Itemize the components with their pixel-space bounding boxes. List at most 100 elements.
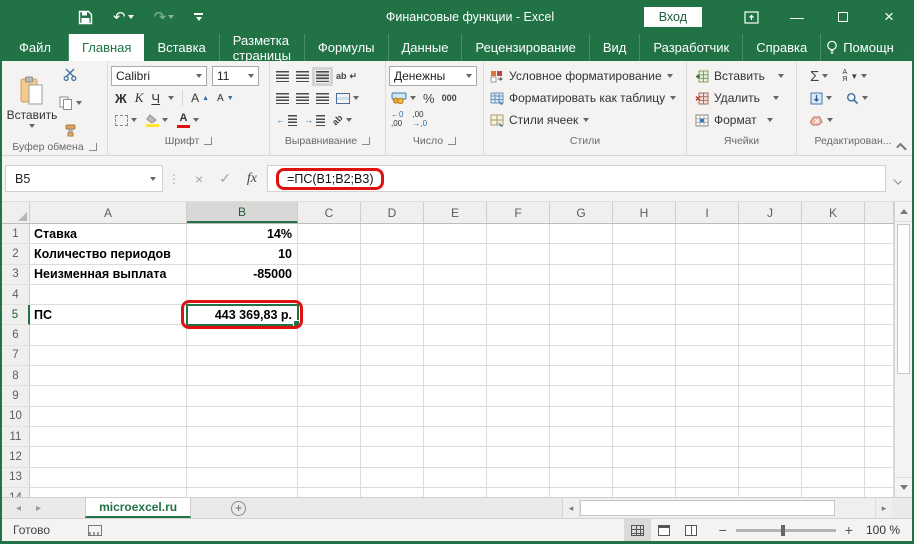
vertical-scrollbar[interactable] <box>894 202 912 497</box>
cell-G9[interactable] <box>550 386 613 407</box>
format-painter-icon[interactable] <box>59 124 82 137</box>
cell-A6[interactable] <box>30 325 187 346</box>
tab-формулы[interactable]: Формулы <box>305 34 389 61</box>
percent-style-button[interactable]: % <box>423 91 435 106</box>
row-header-1[interactable]: 1 <box>2 224 30 245</box>
cell-H11[interactable] <box>613 426 676 448</box>
insert-function-icon[interactable]: fx <box>247 171 257 187</box>
cell-C6[interactable] <box>298 325 361 346</box>
cell-G6[interactable] <box>550 325 613 346</box>
cell-K3[interactable] <box>802 264 865 285</box>
cell-A8[interactable] <box>30 366 187 387</box>
assistant-item[interactable]: Помощн <box>821 40 899 55</box>
column-header-E[interactable]: E <box>424 202 487 223</box>
ribbon-display-options-button[interactable] <box>728 0 774 34</box>
row-header-13[interactable]: 13 <box>2 467 30 488</box>
cell-B14[interactable] <box>187 487 298 497</box>
cell-C7[interactable] <box>298 345 361 367</box>
cell-F13[interactable] <box>487 467 550 488</box>
cell-F8[interactable] <box>487 366 550 387</box>
cell-C8[interactable] <box>298 366 361 387</box>
cell-J14[interactable] <box>739 487 802 497</box>
cell-K6[interactable] <box>802 325 865 346</box>
cell-H7[interactable] <box>613 345 676 367</box>
cell-J8[interactable] <box>739 366 802 387</box>
cell-G11[interactable] <box>550 426 613 448</box>
cell-G7[interactable] <box>550 345 613 367</box>
number-format-select[interactable]: Денежны <box>389 66 477 86</box>
cell-H13[interactable] <box>613 467 676 488</box>
cell-B2[interactable]: 10 <box>187 244 298 265</box>
row-header-8[interactable]: 8 <box>2 366 30 387</box>
formula-input[interactable]: =ПС(B1;B2;B3) <box>267 165 886 192</box>
horizontal-scroll-thumb[interactable] <box>580 500 835 516</box>
cell-F4[interactable] <box>487 284 550 306</box>
row-header-14[interactable]: 14 <box>2 487 30 497</box>
column-header-G[interactable]: G <box>550 202 613 223</box>
cell-I14[interactable] <box>676 487 739 497</box>
cell-F5[interactable] <box>487 305 550 326</box>
cell-A13[interactable] <box>30 467 187 488</box>
prev-sheet-arrow[interactable]: ◂ <box>16 503 21 514</box>
cell-I12[interactable] <box>676 447 739 468</box>
align-center-icon[interactable] <box>296 92 309 104</box>
cell-C3[interactable] <box>298 264 361 285</box>
cell-D6[interactable] <box>361 325 424 346</box>
cell-F3[interactable] <box>487 264 550 285</box>
row-header-4[interactable]: 4 <box>2 284 30 306</box>
cell-G3[interactable] <box>550 264 613 285</box>
cell-G8[interactable] <box>550 366 613 387</box>
cell-E3[interactable] <box>424 264 487 285</box>
close-button[interactable]: × <box>866 0 912 34</box>
cell-A4[interactable] <box>30 284 187 306</box>
cell-C13[interactable] <box>298 467 361 488</box>
cell-J6[interactable] <box>739 325 802 346</box>
cell-F7[interactable] <box>487 345 550 367</box>
cell-D9[interactable] <box>361 386 424 407</box>
cell-A11[interactable] <box>30 426 187 448</box>
cell-A7[interactable] <box>30 345 187 367</box>
cell-J10[interactable] <box>739 406 802 427</box>
cell-B13[interactable] <box>187 467 298 488</box>
zoom-in-button[interactable]: + <box>845 522 853 538</box>
scroll-left-arrow[interactable]: ◂ <box>563 498 580 518</box>
cell-I10[interactable] <box>676 406 739 427</box>
cell-C1[interactable] <box>298 224 361 245</box>
comma-style-button[interactable]: 000 <box>442 93 457 103</box>
align-right-icon[interactable] <box>316 92 329 104</box>
maximize-button[interactable] <box>820 0 866 34</box>
cell-F2[interactable] <box>487 244 550 265</box>
italic-button[interactable]: К <box>135 90 144 106</box>
scroll-right-arrow[interactable]: ▸ <box>875 498 892 518</box>
cell-B8[interactable] <box>187 366 298 387</box>
cell-I2[interactable] <box>676 244 739 265</box>
cell-K1[interactable] <box>802 224 865 245</box>
cell-K7[interactable] <box>802 345 865 367</box>
cell-J3[interactable] <box>739 264 802 285</box>
cell-J2[interactable] <box>739 244 802 265</box>
tab-разметка-страницы[interactable]: Разметка страницы <box>220 33 305 63</box>
format-cells-button[interactable]: Формат <box>695 109 793 131</box>
tab-вставка[interactable]: Вставка <box>144 34 220 61</box>
cell-E8[interactable] <box>424 366 487 387</box>
cell-F1[interactable] <box>487 224 550 245</box>
cell-J9[interactable] <box>739 386 802 407</box>
cell-C2[interactable] <box>298 244 361 265</box>
column-header-F[interactable]: F <box>487 202 550 223</box>
bold-button[interactable]: Ж <box>115 91 127 106</box>
share-item[interactable]: Поделиться <box>906 40 912 55</box>
cell-G1[interactable] <box>550 224 613 245</box>
cell-F6[interactable] <box>487 325 550 346</box>
cell-D4[interactable] <box>361 284 424 306</box>
cell-D11[interactable] <box>361 426 424 448</box>
font-name-select[interactable]: Calibri <box>111 66 207 86</box>
cell-F12[interactable] <box>487 447 550 468</box>
cell-D13[interactable] <box>361 467 424 488</box>
cell-J12[interactable] <box>739 447 802 468</box>
cell-A3[interactable]: Неизменная выплата <box>30 264 187 285</box>
row-header-10[interactable]: 10 <box>2 406 30 427</box>
cell-F10[interactable] <box>487 406 550 427</box>
borders-button[interactable] <box>115 114 137 126</box>
row-header-7[interactable]: 7 <box>2 345 30 367</box>
cell-H2[interactable] <box>613 244 676 265</box>
